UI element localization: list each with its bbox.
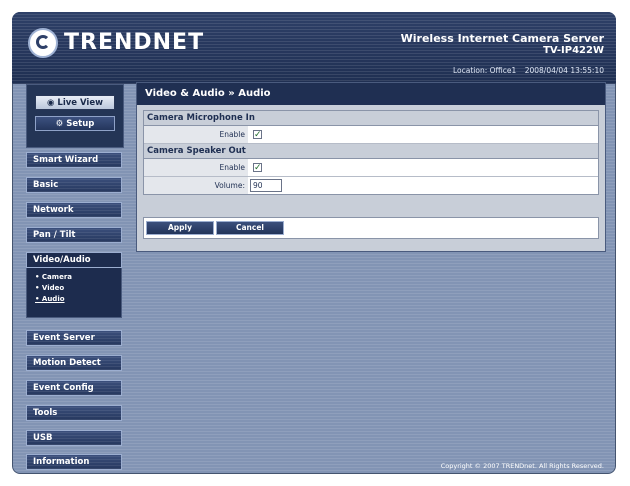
sidebar-item-basic[interactable]: Basic	[26, 177, 122, 193]
speaker-enable-checkbox[interactable]: ✓	[253, 163, 262, 173]
sidebar-item-information[interactable]: Information	[26, 454, 122, 470]
video-audio-subnav: • Camera • Video • Audio	[26, 268, 122, 318]
page-title: Video & Audio » Audio	[137, 83, 605, 105]
cancel-button[interactable]: Cancel	[216, 221, 284, 235]
sidebar-item-usb[interactable]: USB	[26, 430, 122, 446]
button-row: Apply Cancel	[144, 218, 598, 238]
sidebar-item-motion-detect[interactable]: Motion Detect	[26, 355, 122, 371]
speaker-section-title: Camera Speaker Out	[144, 144, 598, 159]
app-window: TRENDNET Wireless Internet Camera Server…	[12, 12, 616, 474]
sidebar-item-tools[interactable]: Tools	[26, 405, 122, 421]
live-view-label: Live View	[57, 98, 103, 108]
model-number: TV-IP422W	[543, 45, 604, 56]
view-mode-box: ◉ Live View ⚙ Setup	[26, 84, 124, 148]
subnav-item-video[interactable]: • Video	[27, 283, 121, 294]
audio-settings-panel: Camera Microphone In Enable ✓ Camera Spe…	[143, 110, 599, 195]
microphone-section-title: Camera Microphone In	[144, 111, 598, 126]
gear-icon: ⚙	[55, 119, 67, 129]
live-view-button[interactable]: ◉ Live View	[35, 95, 115, 110]
setup-button[interactable]: ⚙ Setup	[35, 116, 115, 131]
content-panel: Video & Audio » Audio Camera Microphone …	[136, 82, 606, 252]
sidebar-item-video-audio[interactable]: Video/Audio	[26, 252, 122, 268]
sidebar-item-network[interactable]: Network	[26, 202, 122, 218]
volume-label: Volume:	[144, 177, 248, 194]
location-bar: Location: Office1 2008/04/04 13:55:10	[447, 66, 604, 75]
mic-enable-row: Enable ✓	[144, 126, 598, 144]
subnav-item-audio[interactable]: • Audio	[27, 294, 121, 305]
setup-label: Setup	[66, 119, 95, 129]
location-text: Location: Office1	[453, 66, 517, 75]
brand-logo-text: TRENDNET	[64, 30, 205, 55]
copyright-footer: Copyright © 2007 TRENDnet. All Rights Re…	[440, 462, 604, 470]
speaker-enable-label: Enable	[144, 159, 248, 176]
speaker-enable-row: Enable ✓	[144, 159, 598, 177]
product-title: Wireless Internet Camera Server	[400, 32, 604, 45]
trendnet-logo-icon	[28, 28, 58, 58]
mic-enable-checkbox[interactable]: ✓	[253, 130, 262, 140]
action-bar: Apply Cancel	[143, 217, 599, 239]
subnav-item-camera[interactable]: • Camera	[27, 272, 121, 283]
sidebar-item-pan-tilt[interactable]: Pan / Tilt	[26, 227, 122, 243]
sidebar-item-event-server[interactable]: Event Server	[26, 330, 122, 346]
mic-enable-label: Enable	[144, 126, 248, 143]
header: TRENDNET Wireless Internet Camera Server…	[12, 12, 616, 84]
datetime-text: 2008/04/04 13:55:10	[524, 66, 604, 75]
sidebar-item-smart-wizard[interactable]: Smart Wizard	[26, 152, 122, 168]
volume-input[interactable]: 90	[250, 179, 282, 192]
volume-row: Volume: 90	[144, 177, 598, 194]
sidebar-item-event-config[interactable]: Event Config	[26, 380, 122, 396]
eye-icon: ◉	[47, 98, 58, 108]
apply-button[interactable]: Apply	[146, 221, 214, 235]
